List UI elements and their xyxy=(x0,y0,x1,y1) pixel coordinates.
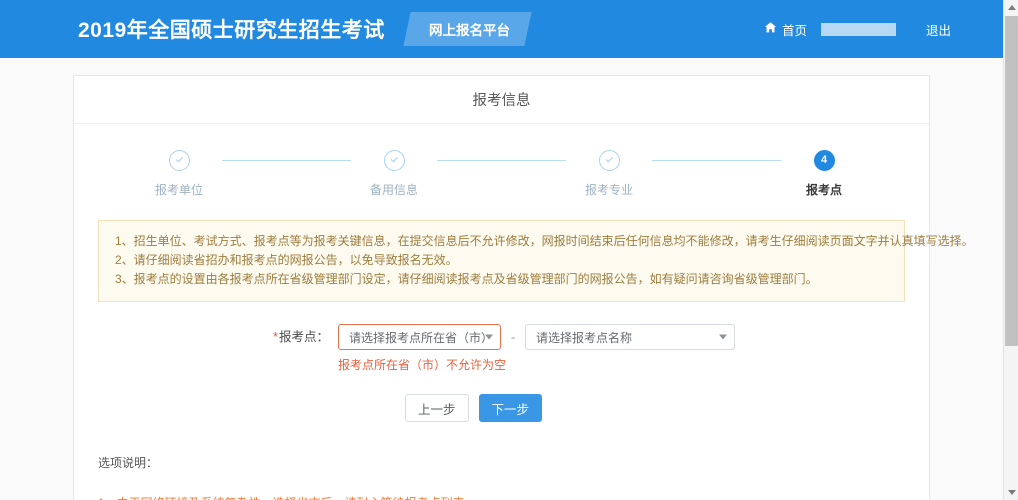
header-actions: 首页 退出 xyxy=(764,0,951,58)
province-error-message: 报考点所在省（市）不允许为空 xyxy=(338,358,507,372)
home-icon xyxy=(764,21,777,37)
form-buttons: 上一步 下一步 xyxy=(74,394,929,422)
check-icon xyxy=(174,152,185,170)
chevron-down-icon xyxy=(485,334,493,340)
step-item-baokaozhuanye[interactable]: 报考专业 xyxy=(566,150,652,198)
step-connector-2 xyxy=(437,160,566,161)
step-circle-4: 4 xyxy=(813,150,835,171)
note-item-1: 1、由于网络环境及系统复杂性，选择省市后，请耐心等待报考点列表。 xyxy=(98,488,905,500)
validation-error-row: 报考点所在省（市）不允许为空 xyxy=(74,356,929,374)
scrollbar-thumb[interactable] xyxy=(1005,16,1018,346)
next-step-button[interactable]: 下一步 xyxy=(478,394,543,422)
check-icon xyxy=(389,152,400,170)
select-separator: - xyxy=(511,330,515,344)
province-select-value: 请选择报考点所在省（市） xyxy=(349,330,494,345)
exam-site-name-select[interactable]: 请选择报考点名称 xyxy=(525,324,735,350)
exam-site-name-value: 请选择报考点名称 xyxy=(536,330,633,345)
browser-viewport: 2019年全国硕士研究生招生考试 网上报名平台 首页 退出 报考信息 报考单位 … xyxy=(0,0,1018,500)
step-number-4: 4 xyxy=(820,154,828,166)
province-select[interactable]: 请选择报考点所在省（市） xyxy=(338,324,501,350)
step-connector-3 xyxy=(652,160,781,161)
previous-step-button[interactable]: 上一步 xyxy=(405,394,469,422)
option-notes: 选项说明： 1、由于网络环境及系统复杂性，选择省市后，请耐心等待报考点列表。 2… xyxy=(74,422,929,500)
scroll-down-icon xyxy=(1007,490,1016,495)
form-row-exam-site: *报考点： 请选择报考点所在省（市） - 请选择报考点名称 xyxy=(74,324,929,350)
site-title: 2019年全国硕士研究生招生考试 xyxy=(78,19,385,42)
exam-site-form: *报考点： 请选择报考点所在省（市） - 请选择报考点名称 报考点所在省（市）不… xyxy=(74,302,929,422)
step-circle-1 xyxy=(168,150,190,171)
step-item-beiyongxinxi[interactable]: 备用信息 xyxy=(351,150,437,198)
notice-line-3: 3、报考点的设置由各报考点所在省级管理部门设定，请仔细阅读报考点及省级管理部门的… xyxy=(115,272,818,286)
check-icon xyxy=(604,152,615,170)
home-link[interactable]: 首页 xyxy=(764,20,807,39)
scroll-up-icon xyxy=(1007,5,1016,10)
progress-stepper: 报考单位 备用信息 报考专业 4 报考点 xyxy=(74,124,929,198)
scroll-down-button[interactable] xyxy=(1004,485,1018,500)
scroll-up-button[interactable] xyxy=(1004,0,1018,15)
step-label-3: 报考专业 xyxy=(584,183,633,197)
home-label: 首页 xyxy=(781,23,807,38)
step-item-baokaodanwei[interactable]: 报考单位 xyxy=(136,150,222,198)
page-root: 2019年全国硕士研究生招生考试 网上报名平台 首页 退出 报考信息 报考单位 … xyxy=(0,0,1003,500)
notice-box: 1、招生单位、考试方式、报考点等为报考关键信息，在提交信息后不允许修改，网报时间… xyxy=(98,220,974,302)
content-wrapper: 报考信息 报考单位 备用信息 报考专业 4 报考点 1、招生单位、考试方式、报考… xyxy=(0,58,1003,500)
chevron-down-icon xyxy=(719,334,727,340)
step-circle-2 xyxy=(383,150,405,171)
notice-line-1: 1、招生单位、考试方式、报考点等为报考关键信息，在提交信息后不允许修改，网报时间… xyxy=(115,234,974,248)
page-title: 报考信息 xyxy=(472,93,531,109)
registration-card: 报考信息 报考单位 备用信息 报考专业 4 报考点 1、招生单位、考试方式、报考… xyxy=(73,75,974,500)
platform-badge-label: 网上报名平台 xyxy=(428,23,510,38)
card-header: 报考信息 xyxy=(74,76,929,124)
step-item-baokaodian[interactable]: 4 报考点 xyxy=(781,150,867,198)
notice-line-2: 2、请仔细阅读省招办和报考点的网报公告，以免导致报名无效。 xyxy=(115,253,458,267)
logout-link[interactable]: 退出 xyxy=(926,20,951,39)
platform-badge: 网上报名平台 xyxy=(403,12,532,46)
site-header: 2019年全国硕士研究生招生考试 网上报名平台 首页 退出 xyxy=(0,0,1003,58)
page-scrollbar[interactable] xyxy=(1003,0,1018,500)
masked-username xyxy=(820,22,896,36)
exam-site-label-text: 报考点： xyxy=(278,330,329,344)
required-marker: * xyxy=(273,330,278,344)
exam-site-label: *报考点： xyxy=(260,324,338,350)
step-label-2: 备用信息 xyxy=(369,183,418,197)
notes-title: 选项说明： xyxy=(98,456,159,470)
step-circle-3 xyxy=(598,150,620,171)
step-label-1: 报考单位 xyxy=(154,183,203,197)
step-connector-1 xyxy=(222,160,351,161)
step-label-4: 报考点 xyxy=(805,183,842,197)
